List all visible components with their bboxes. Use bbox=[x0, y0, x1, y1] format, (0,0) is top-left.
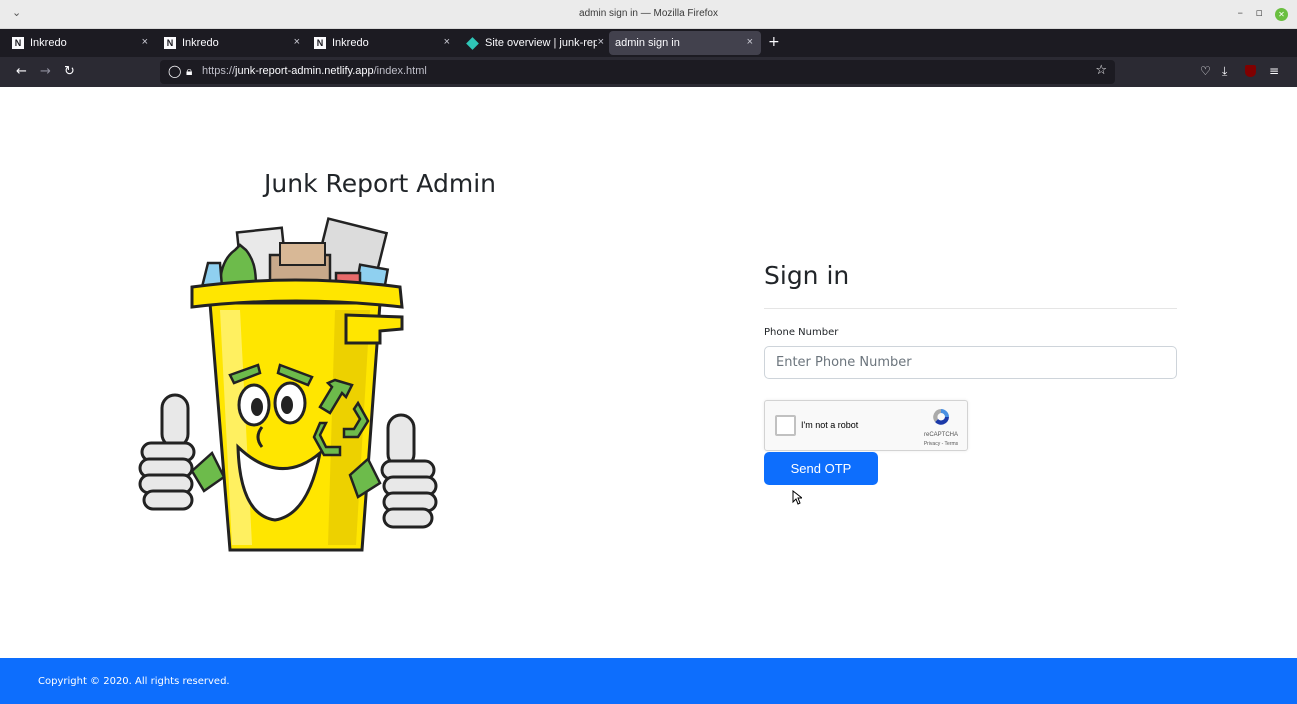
navigation-toolbar: ← → ↻ ◯ 🔒︎ https://junk-report-admin.net… bbox=[0, 57, 1297, 87]
phone-number-label: Phone Number bbox=[764, 327, 839, 338]
downloads-icon[interactable]: ⤓ bbox=[1222, 64, 1227, 79]
netlify-icon bbox=[466, 36, 479, 50]
reload-icon[interactable]: ↻ bbox=[64, 64, 75, 80]
page-footer: Copyright © 2020. All rights reserved. bbox=[0, 658, 1297, 704]
tab-inkredo-1[interactable]: N Inkredo × bbox=[6, 31, 156, 55]
tab-label: Inkredo bbox=[332, 37, 369, 49]
tracking-shield-icon[interactable]: ◯ bbox=[168, 64, 181, 78]
tab-label: Site overview | junk-rep bbox=[485, 37, 597, 49]
recaptcha-widget: I'm not a robot reCAPTCHA Privacy - Term… bbox=[764, 400, 968, 451]
recaptcha-checkbox[interactable] bbox=[775, 415, 796, 436]
bookmark-star-icon[interactable]: ☆ bbox=[1095, 63, 1107, 78]
inkredo-icon: N bbox=[12, 37, 24, 49]
close-window-icon[interactable]: ✕ bbox=[1275, 8, 1288, 21]
inkredo-icon: N bbox=[164, 37, 176, 49]
form-divider bbox=[764, 308, 1177, 309]
recaptcha-brand: reCAPTCHA bbox=[923, 432, 958, 438]
url-scheme: https:// bbox=[202, 65, 236, 77]
junk-bin-mascot-illustration bbox=[138, 217, 438, 552]
recaptcha-label: I'm not a robot bbox=[801, 420, 859, 430]
window-titlebar: ⌄ admin sign in — Mozilla Firefox – ▫ ✕ bbox=[0, 0, 1297, 29]
ublock-origin-icon[interactable] bbox=[1245, 65, 1256, 77]
right-thumbs-up-hand bbox=[380, 413, 438, 529]
tab-inkredo-2[interactable]: N Inkredo × bbox=[158, 31, 308, 55]
mouse-cursor-icon bbox=[792, 490, 802, 505]
url-text[interactable]: https://junk-report-admin.netlify.app/in… bbox=[202, 65, 427, 77]
url-path: /index.html bbox=[373, 65, 427, 77]
recaptcha-terms-link[interactable]: Privacy - Terms bbox=[915, 441, 967, 447]
url-host: junk-report-admin.netlify.app bbox=[235, 65, 374, 77]
lock-icon[interactable]: 🔒︎ bbox=[186, 64, 192, 79]
inkredo-icon: N bbox=[314, 37, 326, 49]
tab-label: admin sign in bbox=[615, 37, 680, 49]
signin-title: Sign in bbox=[764, 261, 850, 290]
new-tab-icon[interactable]: + bbox=[768, 34, 780, 50]
tab-site-overview[interactable]: Site overview | junk-rep × bbox=[460, 31, 606, 55]
address-bar[interactable]: ◯ 🔒︎ https://junk-report-admin.netlify.a… bbox=[160, 60, 1115, 84]
tab-inkredo-3[interactable]: N Inkredo × bbox=[308, 31, 458, 55]
back-arrow-icon[interactable]: ← bbox=[16, 64, 27, 80]
close-tab-icon[interactable]: × bbox=[142, 36, 148, 48]
left-thumbs-up-hand bbox=[138, 393, 196, 511]
minimize-icon[interactable]: – bbox=[1238, 6, 1244, 19]
copyright-text: Copyright © 2020. All rights reserved. bbox=[38, 676, 230, 687]
pocket-icon[interactable]: ♡ bbox=[1200, 64, 1211, 78]
page-content: Junk Report Admin Sign in Phone Number E… bbox=[0, 87, 1297, 704]
send-otp-button[interactable]: Send OTP bbox=[764, 452, 878, 485]
bin-handle bbox=[344, 313, 404, 345]
forward-arrow-icon[interactable]: → bbox=[40, 64, 51, 80]
recaptcha-logo-icon bbox=[933, 409, 949, 425]
tab-label: Inkredo bbox=[30, 37, 67, 49]
close-tab-icon[interactable]: × bbox=[444, 36, 450, 48]
close-tab-icon[interactable]: × bbox=[294, 36, 300, 48]
close-tab-icon[interactable]: × bbox=[598, 36, 604, 48]
phone-number-input[interactable] bbox=[764, 346, 1177, 379]
brand-title: Junk Report Admin bbox=[264, 169, 496, 198]
tab-admin-sign-in[interactable]: admin sign in × bbox=[609, 31, 761, 55]
tab-label: Inkredo bbox=[182, 37, 219, 49]
tab-strip: N Inkredo × N Inkredo × N Inkredo × Site… bbox=[0, 29, 1297, 57]
close-tab-icon[interactable]: × bbox=[747, 36, 753, 48]
window-title: admin sign in — Mozilla Firefox bbox=[579, 8, 718, 19]
restore-icon[interactable]: ▫ bbox=[1256, 6, 1263, 19]
hamburger-menu-icon[interactable]: ≡ bbox=[1269, 64, 1279, 78]
